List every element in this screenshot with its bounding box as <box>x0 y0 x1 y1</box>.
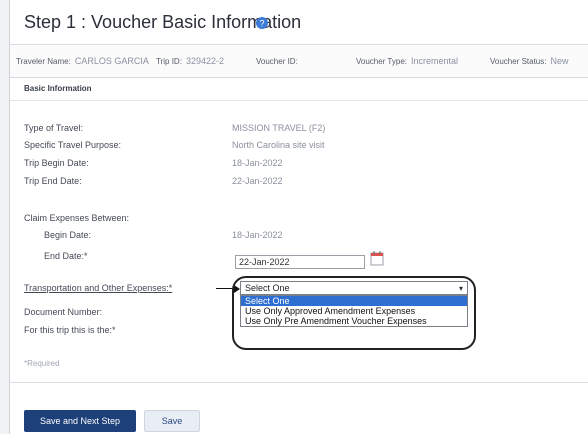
expenses-options-list: Select One Use Only Approved Amendment E… <box>240 295 468 327</box>
trip-end-label: Trip End Date: <box>24 176 82 186</box>
type-of-travel-label: Type of Travel: <box>24 123 84 133</box>
voucher-status: Voucher Status: New <box>490 56 569 66</box>
required-note: *Required <box>24 359 60 368</box>
trip-begin-label: Trip Begin Date: <box>24 158 89 168</box>
voucher-info-bar: Traveler Name: CARLOS GARCIA Trip ID: 3294… <box>10 44 588 78</box>
this-trip-label: For this trip this is the:* <box>24 325 116 335</box>
chevron-down-icon[interactable]: ▾ <box>459 282 463 295</box>
purpose-value: North Carolina site visit <box>232 140 325 150</box>
begin-date-label: Begin Date: <box>44 230 92 240</box>
option-pre-amendment[interactable]: Use Only Pre Amendment Voucher Expenses <box>241 316 467 326</box>
trip-begin-value: 18-Jan-2022 <box>232 158 283 168</box>
section-title: Basic Information <box>24 84 92 93</box>
footer-divider <box>10 382 588 383</box>
transport-expenses-label: Transportation and Other Expenses:* <box>24 283 173 293</box>
voucher-id: Voucher ID: <box>256 57 298 66</box>
calendar-icon[interactable] <box>370 250 384 266</box>
document-number-label: Document Number: <box>24 307 103 317</box>
save-button[interactable]: Save <box>144 410 200 432</box>
section-divider <box>10 100 588 101</box>
traveler-name: Traveler Name: CARLOS GARCIA <box>16 56 149 66</box>
option-select-one[interactable]: Select One <box>241 296 467 306</box>
svg-text:?: ? <box>259 19 264 29</box>
save-next-step-button[interactable]: Save and Next Step <box>24 410 136 432</box>
voucher-type: Voucher Type: Incremental <box>356 56 459 66</box>
type-of-travel-value: MISSION TRAVEL (F2) <box>232 123 326 133</box>
trip-id: Trip ID: 329422-2 <box>156 56 224 66</box>
expenses-select[interactable]: Select One ▾ <box>240 281 468 295</box>
trip-end-value: 22-Jan-2022 <box>232 176 283 186</box>
help-circle-icon[interactable]: ? <box>255 16 269 30</box>
end-date-input[interactable]: 22-Jan-2022 <box>235 255 365 269</box>
begin-date-value: 18-Jan-2022 <box>232 230 283 240</box>
end-date-label: End Date:* <box>44 251 88 261</box>
option-approved-amendment[interactable]: Use Only Approved Amendment Expenses <box>241 306 467 316</box>
claim-between-label: Claim Expenses Between: <box>24 213 130 223</box>
purpose-label: Specific Travel Purpose: <box>24 140 122 150</box>
voucher-page: Step 1 : Voucher Basic Information ? Tra… <box>9 0 588 434</box>
